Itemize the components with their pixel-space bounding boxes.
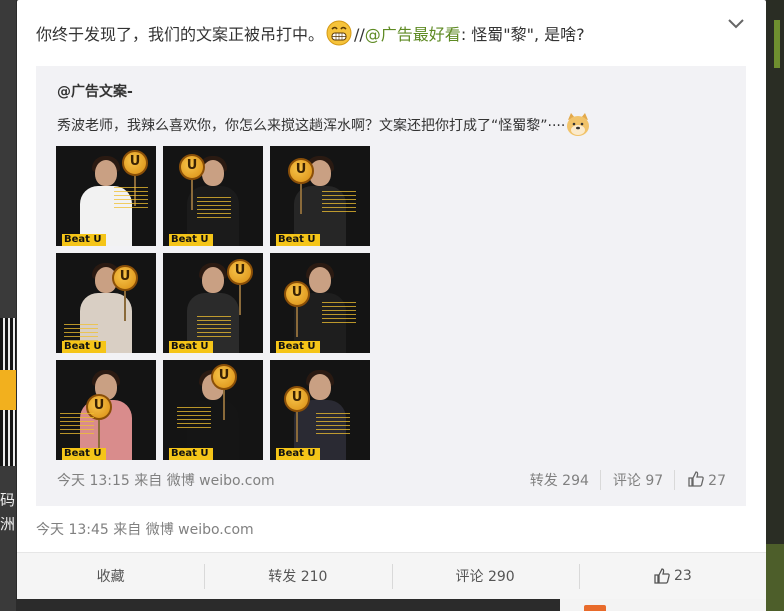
post-action-bar: 收藏 转发 210 评论 290 23 xyxy=(17,552,766,599)
post-text: 你终于发现了，我们的文案正被吊打中。 //@广告最好看: 怪蜀"黎", 是啥? xyxy=(36,20,706,49)
comment-button[interactable]: 评论 290 xyxy=(391,553,579,599)
u-coin-icon xyxy=(112,265,138,291)
thumbnail-image[interactable]: Beat U xyxy=(56,253,156,353)
thumbnail-image[interactable]: Beat U xyxy=(163,253,263,353)
thumbnail-image[interactable]: Beat U xyxy=(163,360,263,460)
repost-timestamp[interactable]: 今天 13:15 来自 微博 weibo.com xyxy=(57,470,275,490)
post-text-main: 你终于发现了，我们的文案正被吊打中。 xyxy=(36,25,325,44)
lollipop-stick xyxy=(223,390,225,420)
u-coin-icon xyxy=(179,154,205,180)
grin-emoji-icon xyxy=(326,20,352,46)
repost-like-link[interactable]: 27 xyxy=(674,470,726,490)
repost-footer: 今天 13:15 来自 微博 weibo.com 转发 294 评论 97 27 xyxy=(57,470,726,490)
poster-caption xyxy=(322,301,356,323)
thumbnail-image[interactable]: Beat U xyxy=(56,360,156,460)
poster-caption xyxy=(114,186,148,208)
repost-author-link[interactable]: @广告文案- xyxy=(57,81,133,101)
beat-u-label: Beat U xyxy=(169,448,213,460)
u-coin-icon xyxy=(211,364,237,390)
like-button[interactable]: 23 xyxy=(578,553,766,599)
thumbnail-image[interactable]: Beat U xyxy=(270,146,370,246)
repost-actions: 转发 294 评论 97 27 xyxy=(530,470,726,490)
post-text-tail: : 怪蜀"黎", 是啥? xyxy=(460,25,585,44)
repost-like-count: 27 xyxy=(708,473,726,489)
doge-emoji-icon xyxy=(567,113,590,136)
lollipop-stick xyxy=(124,291,126,321)
repost-forward-link[interactable]: 转发 294 xyxy=(530,470,589,490)
poster-caption xyxy=(60,412,94,434)
thumbnail-image[interactable]: Beat U xyxy=(163,146,263,246)
lollipop-stick xyxy=(296,307,298,337)
poster-caption xyxy=(177,406,211,428)
comment-label: 评论 290 xyxy=(455,569,515,585)
weibo-post-card: 你终于发现了，我们的文案正被吊打中。 //@广告最好看: 怪蜀"黎", 是啥? … xyxy=(17,0,766,599)
beat-u-label: Beat U xyxy=(62,448,106,460)
repost-button[interactable]: 转发 210 xyxy=(204,553,391,599)
beat-u-label: Beat U xyxy=(62,341,106,353)
u-coin-icon xyxy=(288,158,314,184)
thumbnail-image[interactable]: Beat U xyxy=(56,146,156,246)
beat-u-label: Beat U xyxy=(169,341,213,353)
post-text-separator: // xyxy=(354,25,365,44)
favorite-label: 收藏 xyxy=(96,569,125,585)
poster-caption xyxy=(197,315,231,337)
post-menu-button[interactable] xyxy=(726,14,746,34)
repost-text-main: 秀波老师，我辣么喜欢你，你怎么来搅这趟浑水啊？文案还把你打成了“怪蜀黎”···· xyxy=(57,118,566,134)
thumbnail-image[interactable]: Beat U xyxy=(270,360,370,460)
lollipop-stick xyxy=(191,180,193,210)
lollipop-stick xyxy=(300,184,302,214)
u-coin-icon xyxy=(284,386,310,412)
repost-text: 秀波老师，我辣么喜欢你，你怎么来搅这趟浑水啊？文案还把你打成了“怪蜀黎”···· xyxy=(57,112,591,138)
poster-caption xyxy=(322,190,356,212)
mention-link[interactable]: @广告最好看 xyxy=(365,25,461,44)
lollipop-stick xyxy=(296,412,298,442)
repost-label: 转发 210 xyxy=(268,569,328,585)
qr-code-logo xyxy=(0,370,16,410)
background-accent xyxy=(774,20,780,68)
lollipop-stick xyxy=(239,285,241,315)
beat-u-label: Beat U xyxy=(62,234,106,246)
like-count: 23 xyxy=(673,568,692,584)
background-panel xyxy=(766,544,784,611)
beat-u-label: Beat U xyxy=(276,448,320,460)
poster-caption xyxy=(197,196,231,218)
u-coin-icon xyxy=(122,150,148,176)
repost-comment-link[interactable]: 评论 97 xyxy=(599,470,663,490)
favorite-button[interactable]: 收藏 xyxy=(17,553,204,599)
beat-u-label: Beat U xyxy=(276,234,320,246)
next-card-icon xyxy=(584,605,606,611)
thumbs-up-icon xyxy=(688,471,704,487)
post-timestamp[interactable]: 今天 13:45 来自 微博 weibo.com xyxy=(36,519,254,539)
thumbnail-image[interactable]: Beat U xyxy=(270,253,370,353)
lollipop-stick xyxy=(98,420,100,450)
image-grid: Beat U Beat U Beat U Beat U Beat U Beat U Beat… xyxy=(56,146,370,460)
reposted-content: @广告文案- 秀波老师，我辣么喜欢你，你怎么来搅这趟浑水啊？文案还把你打成了“怪… xyxy=(36,66,746,506)
beat-u-label: Beat U xyxy=(276,341,320,353)
beat-u-label: Beat U xyxy=(169,234,213,246)
u-coin-icon xyxy=(284,281,310,307)
background-page-right xyxy=(766,0,784,611)
background-text: 码 洲 xyxy=(0,491,16,533)
u-coin-icon xyxy=(227,259,253,285)
poster-caption xyxy=(316,412,350,434)
thumbs-up-icon xyxy=(654,568,670,584)
chevron-down-icon xyxy=(728,19,744,29)
